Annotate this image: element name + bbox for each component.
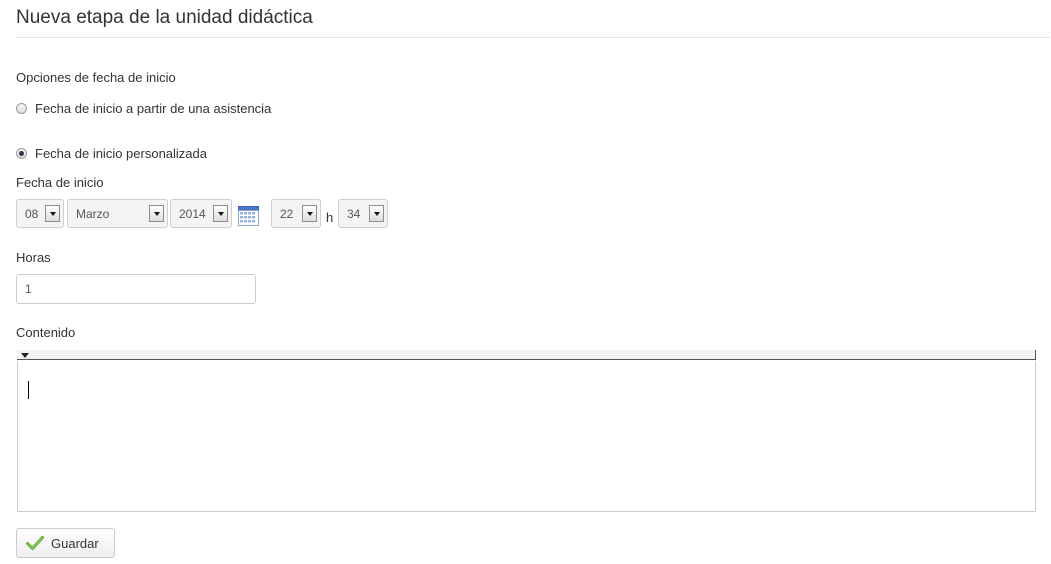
year-select[interactable]: 2014 <box>170 199 232 228</box>
day-value: 08 <box>25 206 39 221</box>
radio-button[interactable] <box>16 103 27 114</box>
text-caret <box>28 381 29 399</box>
hour-value: 22 <box>280 206 294 221</box>
chevron-down-icon[interactable] <box>213 205 228 222</box>
chevron-down-icon[interactable] <box>369 205 384 222</box>
start-date-label: Fecha de inicio <box>16 175 104 190</box>
radio-custom-start-date[interactable]: Fecha de inicio personalizada <box>16 146 207 161</box>
save-button-label: Guardar <box>51 535 99 551</box>
radio-label: Fecha de inicio personalizada <box>35 146 207 161</box>
chevron-down-icon[interactable] <box>302 205 317 222</box>
checkmark-icon <box>26 536 44 550</box>
minute-value: 34 <box>347 206 361 221</box>
content-editor[interactable] <box>17 361 1036 512</box>
radio-button-checked[interactable] <box>16 148 27 159</box>
page-title: Nueva etapa de la unidad didáctica <box>16 7 313 28</box>
radio-label: Fecha de inicio a partir de una asistenc… <box>35 101 272 116</box>
save-button[interactable]: Guardar <box>16 528 115 558</box>
toolbar-toggle-icon[interactable] <box>21 353 29 358</box>
year-value: 2014 <box>179 206 206 221</box>
hour-suffix: h <box>326 210 334 225</box>
minute-select[interactable]: 34 <box>338 199 388 228</box>
page: Nueva etapa de la unidad didáctica Opcio… <box>0 0 1051 564</box>
day-select[interactable]: 08 <box>16 199 64 228</box>
hours-input[interactable] <box>16 274 256 304</box>
calendar-icon[interactable] <box>238 206 259 226</box>
hours-label: Horas <box>16 250 51 265</box>
editor-toolbar <box>17 350 1036 360</box>
title-divider <box>16 37 1050 38</box>
toolbar-edge <box>1035 350 1036 360</box>
content-label: Contenido <box>16 325 76 340</box>
hour-select[interactable]: 22 <box>271 199 321 228</box>
month-value: Marzo <box>76 206 110 221</box>
chevron-down-icon[interactable] <box>45 205 60 222</box>
radio-start-from-attendance[interactable]: Fecha de inicio a partir de una asistenc… <box>16 101 271 116</box>
month-select[interactable]: Marzo <box>67 199 168 228</box>
chevron-down-icon[interactable] <box>149 205 164 222</box>
start-options-heading: Opciones de fecha de inicio <box>16 70 176 85</box>
